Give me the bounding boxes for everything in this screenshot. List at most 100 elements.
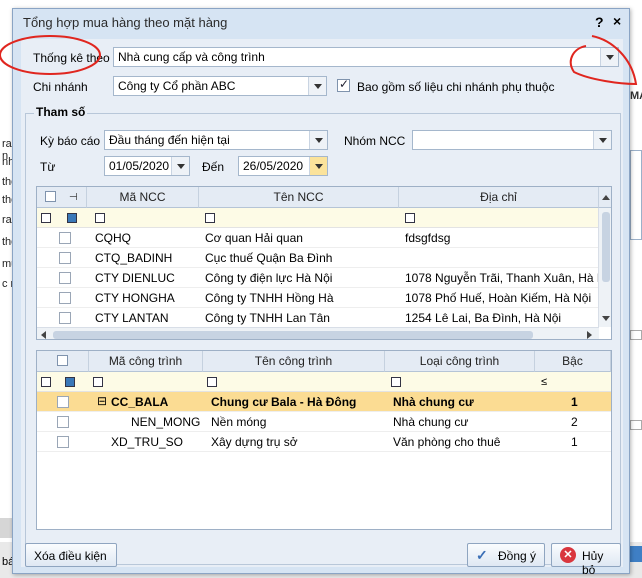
- collapse-icon[interactable]: ⊟: [97, 394, 107, 408]
- supplier-code: CQHQ: [95, 231, 131, 245]
- row-checkbox[interactable]: [59, 252, 71, 264]
- clear-conditions-button[interactable]: Xóa điều kiện: [25, 543, 117, 567]
- supplier-name: Công ty TNHH Hồng Hà: [205, 291, 334, 305]
- report-dialog: Tổng hợp mua hàng theo mặt hàng ? × Thốn…: [12, 8, 630, 577]
- row-checkbox[interactable]: [59, 232, 71, 244]
- filter-icon[interactable]: [41, 213, 51, 223]
- pin-icon[interactable]: ⊣: [69, 187, 78, 208]
- chevron-down-icon[interactable]: [309, 131, 327, 149]
- calendar-dropdown-icon[interactable]: [171, 157, 189, 175]
- table-row[interactable]: XD_TRU_SO Xây dựng trụ sở Văn phòng cho …: [37, 432, 611, 452]
- table-row[interactable]: CTY DIENLUC Công ty điện lực Hà Nội 1078…: [37, 268, 599, 288]
- column-header-address[interactable]: Địa chỉ: [399, 187, 599, 208]
- row-checkbox[interactable]: [57, 416, 69, 428]
- horizontal-scrollbar[interactable]: [37, 327, 599, 339]
- calendar-dropdown-icon[interactable]: [309, 157, 327, 175]
- report-period-select[interactable]: Đầu tháng đến hiện tại: [104, 130, 328, 150]
- from-date-value: 01/05/2020: [109, 159, 170, 173]
- column-header-project-type[interactable]: Loại công trình: [385, 351, 535, 372]
- column-header-project-code[interactable]: Mã công trình: [89, 351, 203, 372]
- params-group: Tham số Kỳ báo cáo Đầu tháng đến hiện tạ…: [25, 105, 621, 565]
- from-label: Từ: [40, 160, 56, 174]
- project-type: Nhà chung cư: [393, 395, 474, 409]
- filter-icon[interactable]: [405, 213, 415, 223]
- supplier-name: Công ty TNHH Lan Tân: [205, 311, 330, 325]
- column-header-supplier-name[interactable]: Tên NCC: [199, 187, 399, 208]
- background-image: [630, 150, 642, 240]
- branch-label: Chi nhánh: [33, 80, 88, 94]
- supplier-group-select[interactable]: [412, 130, 612, 150]
- cancel-button[interactable]: ✕ Hủy bỏ: [551, 543, 621, 577]
- project-level: 1: [571, 435, 578, 449]
- dialog-titlebar[interactable]: Tổng hợp mua hàng theo mặt hàng ? ×: [13, 9, 629, 37]
- row-checkbox[interactable]: [59, 292, 71, 304]
- filter-icon[interactable]: [207, 377, 217, 387]
- ok-button[interactable]: ✓ Đồng ý: [467, 543, 545, 567]
- row-checkbox[interactable]: [59, 312, 71, 324]
- from-date-input[interactable]: 01/05/2020: [104, 156, 190, 176]
- supplier-code: CTY HONGHA: [95, 291, 175, 305]
- select-all-header[interactable]: [37, 351, 89, 372]
- to-date-value: 26/05/2020: [243, 159, 304, 173]
- include-branch-checkbox[interactable]: [337, 77, 350, 92]
- project-name: Xây dựng trụ sở: [211, 435, 298, 449]
- table-row[interactable]: CTY LANTAN Công ty TNHH Lan Tân 1254 Lê …: [37, 308, 599, 328]
- level-filter-operator[interactable]: ≤: [541, 376, 547, 388]
- row-checkbox[interactable]: [57, 436, 69, 448]
- filter-icon[interactable]: [67, 213, 77, 223]
- background-box: [630, 330, 642, 340]
- to-label: Đến: [202, 160, 225, 174]
- supplier-group-label: Nhóm NCC: [344, 134, 406, 148]
- project-type: Nhà chung cư: [393, 415, 469, 429]
- column-header-project-name[interactable]: Tên công trình: [203, 351, 385, 372]
- vertical-scrollbar[interactable]: [598, 208, 611, 327]
- arrow-right-icon[interactable]: [587, 331, 592, 339]
- supplier-address: 1254 Lê Lai, Ba Đình, Hà Nội: [405, 311, 562, 325]
- statistic-by-select[interactable]: Nhà cung cấp và công trình: [113, 47, 619, 67]
- supplier-code: CTQ_BADINH: [95, 251, 173, 265]
- select-all-checkbox[interactable]: [57, 355, 68, 366]
- chevron-down-icon[interactable]: [308, 77, 326, 95]
- filter-icon[interactable]: [65, 377, 75, 387]
- chevron-down-icon[interactable]: [600, 48, 618, 66]
- statistic-by-value: Nhà cung cấp và công trình: [118, 50, 265, 64]
- arrow-left-icon[interactable]: [41, 331, 46, 339]
- supplier-name: Công ty điện lực Hà Nội: [205, 271, 333, 285]
- project-code: XD_TRU_SO: [111, 435, 184, 449]
- table-row[interactable]: CQHQ Cơ quan Hải quan fdsgfdsg: [37, 228, 599, 248]
- table-row[interactable]: NEN_MONG Nền móng Nhà chung cư 2: [37, 412, 611, 432]
- supplier-address: fdsgfdsg: [405, 231, 451, 245]
- project-name: Nền móng: [211, 415, 267, 429]
- supplier-address: 1078 Phố Huế, Hoàn Kiếm, Hà Nội: [405, 291, 592, 305]
- table-row[interactable]: ⊟ CC_BALA Chung cư Bala - Hà Đông Nhà ch…: [37, 392, 611, 412]
- supplier-grid: ⊣ Mã NCC Tên NCC Địa chỉ CQHQ Cơ quan Hả…: [36, 186, 612, 340]
- filter-icon[interactable]: [205, 213, 215, 223]
- scroll-up-button[interactable]: [599, 187, 611, 208]
- project-name: Chung cư Bala - Hà Đông: [211, 395, 357, 409]
- filter-row: ≤: [37, 372, 611, 392]
- arrow-down-icon[interactable]: [602, 316, 610, 321]
- select-all-checkbox[interactable]: [45, 191, 56, 202]
- filter-icon[interactable]: [41, 377, 51, 387]
- to-date-input[interactable]: 26/05/2020: [238, 156, 328, 176]
- table-row[interactable]: CTY HONGHA Công ty TNHH Hồng Hà 1078 Phố…: [37, 288, 599, 308]
- column-header-level[interactable]: Bậc: [535, 351, 611, 372]
- checkmark-icon: ✓: [476, 547, 488, 563]
- background-icon: [630, 546, 642, 562]
- chevron-down-icon[interactable]: [593, 131, 611, 149]
- table-row[interactable]: CTQ_BADINH Cục thuế Quận Ba Đình: [37, 248, 599, 268]
- column-header-supplier-code[interactable]: Mã NCC: [87, 187, 199, 208]
- supplier-code: CTY LANTAN: [95, 311, 169, 325]
- row-checkbox[interactable]: [59, 272, 71, 284]
- filter-icon[interactable]: [93, 377, 103, 387]
- select-all-header[interactable]: ⊣: [37, 187, 87, 208]
- project-grid: Mã công trình Tên công trình Loại công t…: [36, 350, 612, 530]
- filter-icon[interactable]: [95, 213, 105, 223]
- branch-select[interactable]: Công ty Cổ phần ABC: [113, 76, 327, 96]
- close-icon[interactable]: ×: [613, 13, 621, 29]
- help-icon[interactable]: ?: [595, 14, 604, 30]
- filter-icon[interactable]: [391, 377, 401, 387]
- scrollbar-thumb[interactable]: [602, 212, 610, 282]
- row-checkbox[interactable]: [57, 396, 69, 408]
- scrollbar-thumb[interactable]: [53, 331, 533, 339]
